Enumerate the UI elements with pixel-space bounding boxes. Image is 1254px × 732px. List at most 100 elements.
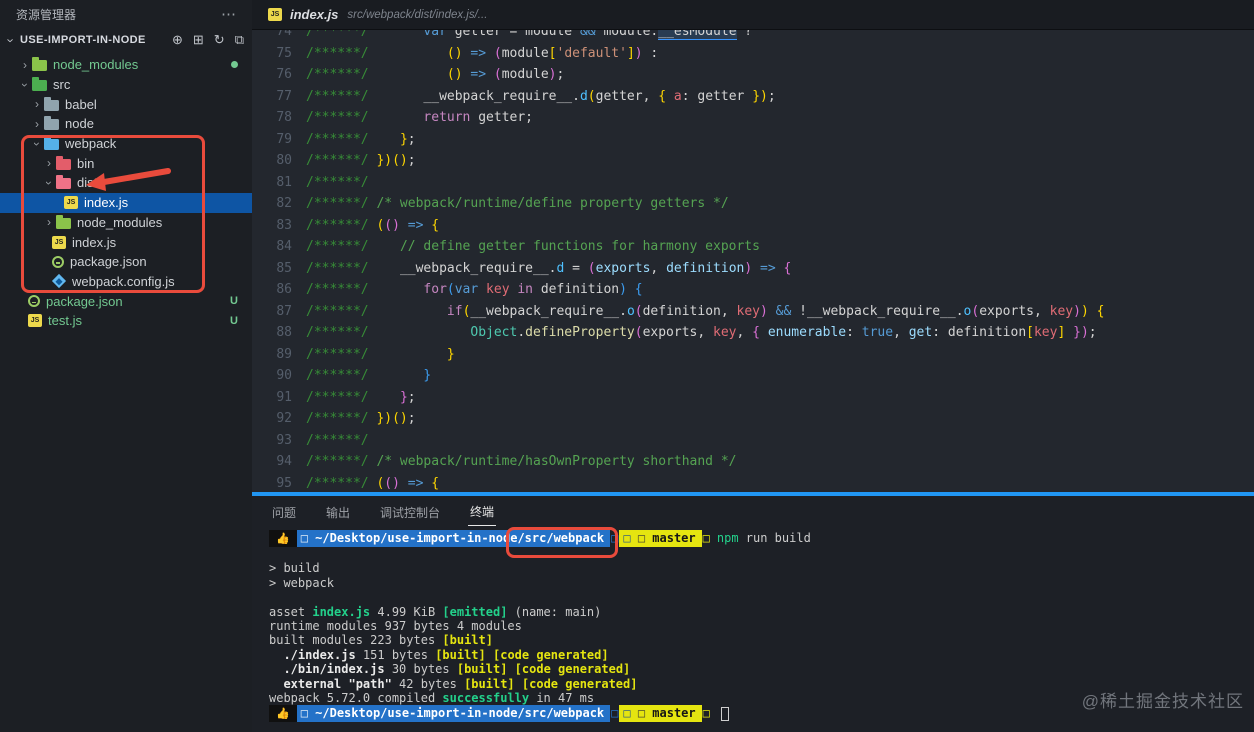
tree-item-dist[interactable]: ›dist (0, 173, 252, 193)
code-line-92: 92/******/ })(); (252, 408, 1254, 430)
chevron-down-icon[interactable]: › (30, 137, 44, 151)
panel-tab-问题[interactable]: 问题 (270, 497, 298, 526)
code-token: exports (596, 261, 651, 276)
code-token: && (580, 30, 596, 39)
line-number: 79 (252, 129, 292, 151)
terminal-text: 30 bytes (385, 662, 457, 676)
code-token: . (517, 325, 525, 340)
thumbs-up-emoji: 👍 (269, 530, 297, 547)
tree-item-label: package.json (70, 254, 147, 269)
tree-item-node[interactable]: › node (0, 114, 252, 134)
code-token: ( (635, 325, 643, 340)
collapse-all-icon[interactable]: ⧉ (235, 32, 244, 48)
terminal-text: built modules 223 bytes (269, 633, 442, 647)
tree-item-babel[interactable]: ›babel (0, 94, 252, 114)
chevron-right-icon[interactable]: › (42, 156, 56, 170)
terminal-text: 151 bytes (356, 648, 435, 662)
powerline-separator-icon: □ (611, 705, 618, 722)
code-token: /******/ (306, 476, 376, 491)
code-text: /******/ if(__webpack_require__.o(defini… (306, 301, 1104, 323)
code-text: /******/ for(var key in definition) { (306, 279, 643, 301)
folder-webpack-icon (44, 139, 59, 150)
code-token: ; (408, 411, 416, 426)
panel-tab-输出[interactable]: 输出 (324, 497, 352, 526)
code-text: /******/ }; (306, 387, 416, 409)
more-actions-icon[interactable]: ⋯ (221, 5, 236, 23)
code-token (1065, 325, 1073, 340)
code-token: __webpack_require__. (807, 304, 964, 319)
folder-src-icon (32, 80, 47, 91)
tree-item-label: src (53, 77, 70, 92)
tree-item-node_modules[interactable]: ›node_modules (0, 55, 252, 75)
code-token: definition (643, 304, 721, 319)
line-number: 77 (252, 86, 292, 108)
code-token: ( (971, 304, 979, 319)
editor-titlebar[interactable]: JS index.js src/webpack/dist/index.js/..… (252, 0, 1254, 30)
code-token: { (1097, 304, 1105, 319)
sidebar-title-row: 资源管理器 ⋯ (0, 0, 252, 28)
tree-item-index.js[interactable]: JSindex.js (0, 232, 252, 252)
line-number: 74 (252, 30, 292, 43)
tree-item-label: bin (77, 156, 94, 171)
code-token: var (423, 30, 446, 39)
code-text: /******/ return getter; (306, 107, 533, 129)
terminal-text: [emitted] (442, 605, 507, 619)
refresh-icon[interactable]: ↻ (214, 32, 225, 48)
terminal-text: > build (269, 561, 320, 575)
panel-tab-调试控制台[interactable]: 调试控制台 (378, 497, 442, 526)
code-token: ? (737, 30, 753, 39)
tree-item-package.json[interactable]: package.json (0, 252, 252, 272)
code-token: } (752, 89, 760, 104)
tree-item-src[interactable]: › src (0, 75, 252, 95)
line-number: 93 (252, 430, 292, 452)
tree-item-package.json[interactable]: package.jsonU (0, 291, 252, 311)
terminal-output-line: asset index.js 4.99 KiB [emitted] (name:… (269, 605, 1254, 619)
terminal-text: webpack 5.72.0 compiled (269, 691, 442, 705)
powerline-separator-icon: □ (703, 705, 710, 722)
terminal-text (269, 662, 283, 676)
new-file-icon[interactable]: ⊕ (172, 32, 183, 48)
code-line-88: 88/******/ Object.defineProperty(exports… (252, 322, 1254, 344)
branch-name: master (652, 706, 695, 720)
editor-area: JS index.js src/webpack/dist/index.js/..… (252, 0, 1254, 732)
separator-glyph-icon: □ (623, 706, 637, 720)
code-token: ( (447, 282, 455, 297)
chevron-right-icon[interactable]: › (30, 117, 44, 131)
new-folder-icon[interactable]: ⊞ (193, 32, 204, 48)
code-token: Object (470, 325, 517, 340)
git-untracked-badge: U (230, 295, 238, 307)
chevron-down-icon[interactable]: › (18, 78, 32, 92)
folder-dist-icon (56, 178, 71, 189)
code-token: /* webpack/runtime/define property gette… (376, 196, 728, 211)
tree-item-node_modules[interactable]: ›node_modules (0, 213, 252, 233)
code-text: /******/ () => (module['default']) : (306, 43, 658, 65)
code-token: /******/ (306, 261, 376, 276)
tree-item-webpack[interactable]: ›webpack (0, 134, 252, 154)
chevron-right-icon[interactable]: › (30, 97, 44, 111)
code-token: , (893, 325, 909, 340)
line-number: 91 (252, 387, 292, 409)
code-text: /******/ })(); (306, 150, 416, 172)
code-line-93: 93/******/ (252, 430, 1254, 452)
code-editor[interactable]: 74/******/ var getter = module && module… (252, 30, 1254, 492)
project-header[interactable]: › USE-IMPORT-IN-NODE ⊕⊞↻⧉ (0, 28, 252, 52)
code-token: key (486, 282, 509, 297)
code-token (376, 304, 446, 319)
code-token: definition (666, 261, 744, 276)
chevron-right-icon[interactable]: › (18, 58, 32, 72)
code-line-87: 87/******/ if(__webpack_require__.o(defi… (252, 301, 1254, 323)
tree-item-index.js[interactable]: JSindex.js (0, 193, 252, 213)
panel-tab-终端[interactable]: 终端 (468, 496, 496, 526)
code-token: key (713, 325, 736, 340)
tree-item-test.js[interactable]: JStest.jsU (0, 311, 252, 331)
chevron-right-icon[interactable]: › (42, 215, 56, 229)
chevron-down-icon[interactable]: › (42, 176, 56, 190)
tree-item-bin[interactable]: › bin (0, 153, 252, 173)
code-token: ( (588, 89, 596, 104)
code-token: /******/ (306, 218, 376, 233)
code-token (376, 132, 399, 147)
line-number: 81 (252, 172, 292, 194)
tree-item-label: node (65, 116, 94, 131)
file-tree: ›node_modules›src›babel›node›webpack›bin… (0, 55, 252, 331)
tree-item-webpack.config.js[interactable]: webpack.config.js (0, 272, 252, 292)
